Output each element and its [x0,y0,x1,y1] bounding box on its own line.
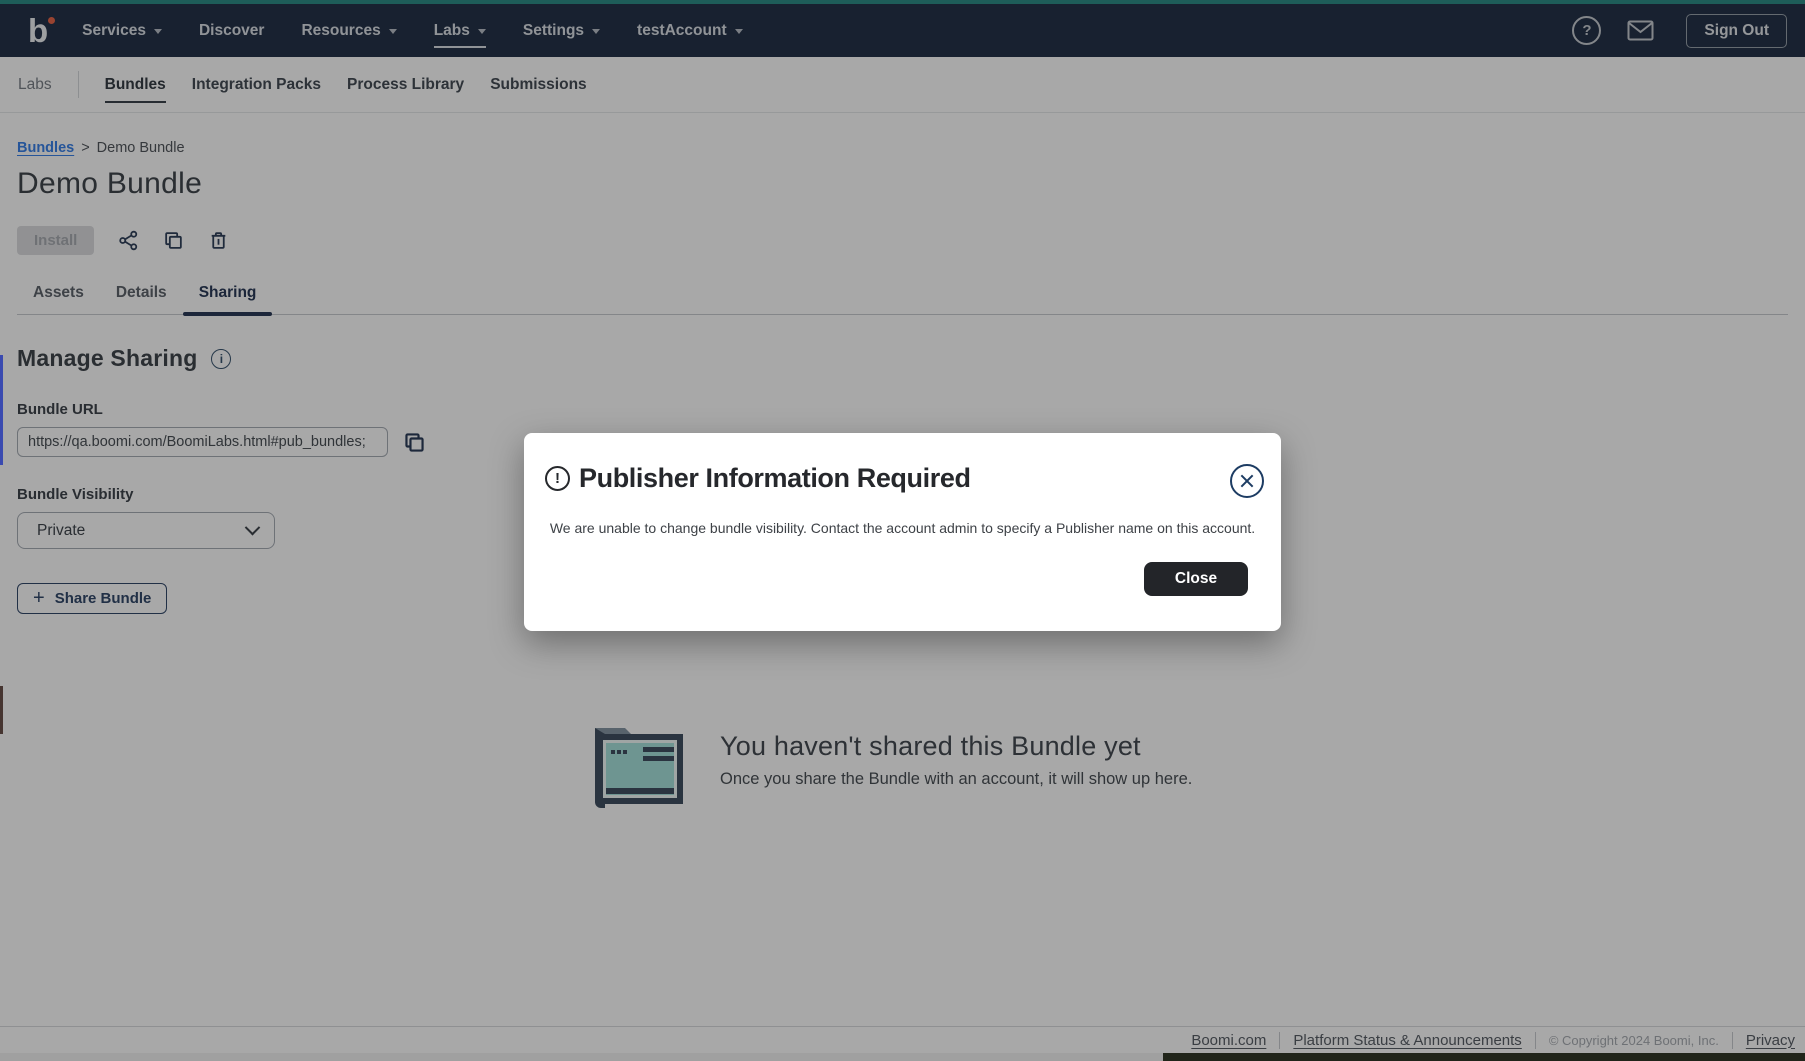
bottom-strip-right [1163,1053,1805,1061]
screen-edge-artifact [0,355,3,465]
bottom-edge-strip [0,1053,1805,1061]
bottom-strip-left [0,1053,1163,1061]
alert-icon: ! [545,466,570,491]
dialog-message: We are unable to change bundle visibilit… [524,520,1281,536]
close-icon[interactable] [1230,464,1264,498]
screen-edge-artifact [0,686,3,734]
dialog-close-button[interactable]: Close [1144,562,1248,596]
dialog-title: Publisher Information Required [579,463,971,494]
alert-glyph: ! [555,470,560,487]
dialog-title-row: ! Publisher Information Required [545,463,971,494]
app-viewport: b Services Discover Resources Labs Setti… [0,0,1805,1061]
publisher-info-dialog: ! Publisher Information Required We are … [524,433,1281,631]
